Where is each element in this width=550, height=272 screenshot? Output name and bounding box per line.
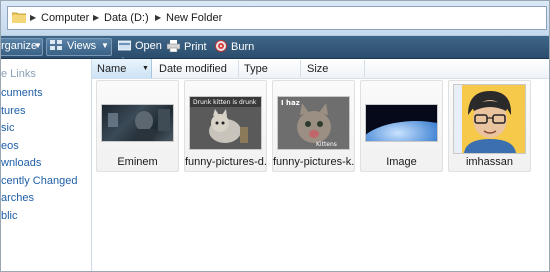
- sidebar-item-downloads[interactable]: wnloads: [1, 157, 41, 169]
- sidebar-item-videos[interactable]: eos: [1, 140, 19, 152]
- open-icon: [118, 40, 131, 51]
- sidebar-item-searches[interactable]: arches: [1, 192, 34, 204]
- views-grid-icon: [50, 40, 62, 50]
- sidebar-item-public[interactable]: blic: [1, 210, 18, 222]
- sidebar-item-documents[interactable]: cuments: [1, 87, 43, 99]
- breadcrumb-new-folder[interactable]: New Folder: [166, 12, 222, 24]
- burn-disc-icon: [215, 40, 227, 52]
- avatar-cartoon-image: [454, 85, 525, 153]
- file-tile-eminem[interactable]: Eminem: [96, 80, 179, 172]
- chevron-down-icon: ▼: [34, 41, 42, 50]
- printer-icon: [167, 40, 180, 52]
- file-name-funny-pictures-k: funny-pictures-k...: [273, 156, 354, 168]
- breadcrumb-chevron-icon[interactable]: ▶: [155, 13, 161, 22]
- column-divider[interactable]: [238, 60, 239, 77]
- print-label: Print: [184, 41, 207, 53]
- breadcrumb-chevron-icon[interactable]: ▶: [30, 13, 36, 22]
- sort-up-arrow-icon: ⌃: [120, 57, 126, 64]
- eminem-thumbnail: [101, 104, 174, 142]
- funny-k-bottom-text: Kittens: [316, 141, 337, 148]
- burn-button[interactable]: Burn: [215, 40, 254, 55]
- column-type[interactable]: Type: [244, 63, 268, 75]
- folder-icon: [12, 12, 26, 23]
- image-thumbnail: [365, 104, 438, 142]
- file-tile-imhassan[interactable]: imhassan: [448, 80, 531, 172]
- address-bar-area: ▶ Computer ▶ Data (D:) ▶ New Folder: [1, 1, 549, 36]
- file-name-eminem: Eminem: [117, 156, 158, 168]
- funny-k-caption-text: I haz: [281, 99, 300, 107]
- open-label: Open: [135, 40, 162, 52]
- burn-label: Burn: [231, 41, 255, 53]
- column-size[interactable]: Size: [307, 63, 328, 75]
- earth-image: [366, 121, 437, 141]
- column-date-modified[interactable]: Date modified: [159, 63, 227, 75]
- funny-k-thumbnail: I haz Kittens: [277, 96, 350, 150]
- column-dropdown-chevron-icon[interactable]: ▼: [142, 65, 149, 72]
- breadcrumb-data-drive[interactable]: Data (D:): [104, 12, 149, 24]
- address-bar[interactable]: ▶ Computer ▶ Data (D:) ▶ New Folder: [7, 6, 547, 30]
- file-name-funny-pictures-d: funny-pictures-d...: [185, 156, 266, 168]
- sidebar-item-pictures[interactable]: tures: [1, 105, 25, 117]
- navigation-pane: e Links cuments tures sic eos wnloads ce…: [1, 59, 92, 271]
- column-divider[interactable]: [364, 60, 365, 77]
- file-tile-funny-pictures-d[interactable]: Drunk kitten is drunk funny-pictures-d..…: [184, 80, 267, 172]
- eminem-image: [108, 109, 170, 141]
- sidebar-item-recently-changed[interactable]: cently Changed: [1, 175, 77, 187]
- column-header-bar: Name ⌃ ▼ Date modified Type Size: [92, 57, 549, 79]
- funny-d-thumbnail: Drunk kitten is drunk: [189, 96, 262, 150]
- views-label: Views: [67, 40, 97, 52]
- print-button[interactable]: Print: [167, 40, 207, 55]
- funny-d-caption-text: Drunk kitten is drunk: [193, 99, 257, 106]
- file-tile-funny-pictures-k[interactable]: I haz Kittens funny-pictures-k...: [272, 80, 355, 172]
- file-name-image: Image: [386, 156, 417, 168]
- column-divider[interactable]: [300, 60, 301, 77]
- imhassan-thumbnail: [453, 84, 526, 154]
- favorite-links-heading: e Links: [1, 68, 36, 80]
- column-name-label: Name: [97, 63, 127, 75]
- open-button[interactable]: Open: [118, 40, 162, 55]
- command-toolbar: rganize ▼ Views ▼ Open Print Burn: [1, 36, 549, 59]
- explorer-window: ▶ Computer ▶ Data (D:) ▶ New Folder rgan…: [0, 0, 550, 272]
- views-icon: [50, 40, 66, 55]
- breadcrumb-computer[interactable]: Computer: [41, 12, 89, 24]
- chevron-down-icon: ▼: [101, 41, 109, 50]
- breadcrumb-chevron-icon[interactable]: ▶: [93, 13, 99, 22]
- organize-label: rganize: [1, 40, 38, 52]
- file-tile-image[interactable]: Image: [360, 80, 443, 172]
- file-name-imhassan: imhassan: [465, 156, 514, 168]
- sidebar-item-music[interactable]: sic: [1, 122, 14, 134]
